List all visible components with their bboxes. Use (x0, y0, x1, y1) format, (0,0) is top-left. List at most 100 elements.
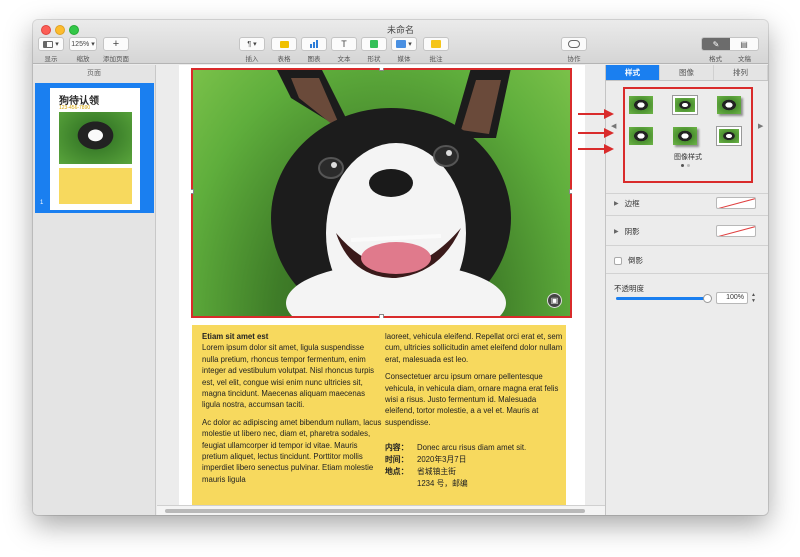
thumbnail-page: 狗待认领 123-456-7890 (50, 88, 140, 210)
info-key: 时间： (385, 455, 409, 465)
view-control: ▾ 显示 (38, 37, 64, 63)
tab-arrange[interactable]: 排列 (714, 65, 768, 80)
shape-button[interactable] (361, 37, 387, 51)
opacity-stepper[interactable]: ▲ ▼ (750, 292, 757, 304)
image-style-swatch[interactable] (672, 95, 698, 115)
chart-label: 图表 (307, 56, 321, 63)
add-page-button[interactable]: + (103, 37, 129, 51)
disclosure-triangle-icon: ▶ (614, 201, 619, 207)
paragraph: Lorem ipsum dolor sit amet, ligula suspe… (202, 343, 375, 410)
image-style-swatch[interactable] (673, 127, 697, 145)
info-key: 内容： (385, 443, 409, 453)
resize-handle-bottom[interactable] (379, 314, 384, 318)
thumbnail-textbox (59, 168, 132, 204)
opacity-slider-fill (616, 294, 712, 303)
image-style-swatch[interactable] (629, 96, 653, 114)
info-key-spacer (385, 478, 417, 490)
image-styles-panel: 图像样式 (623, 87, 753, 183)
reflection-label: 倒影 (628, 256, 643, 265)
opacity-row: 不透明度 (614, 283, 644, 294)
comment-icon (431, 40, 441, 48)
image-style-swatch[interactable] (717, 96, 741, 114)
text-box[interactable]: Etiam sit amet est Lorem ipsum dolor sit… (192, 325, 566, 505)
table-button[interactable] (271, 37, 297, 51)
collaborate-icon (568, 40, 580, 48)
border-row[interactable]: ▶ 边框 (614, 198, 640, 209)
document-page: ▣ Etiam sit amet est Lorem ipsum dolor s… (179, 65, 585, 505)
comment-label: 批注 (429, 56, 443, 63)
reflection-checkbox[interactable] (614, 256, 622, 265)
document-label: 文稿 (738, 56, 751, 63)
shadow-label: 阴影 (624, 227, 640, 236)
image-selection-frame (191, 68, 572, 318)
tab-image[interactable]: 图像 (660, 65, 714, 80)
collab-control: 协作 (561, 37, 587, 63)
paintbrush-icon: ✎ (712, 39, 720, 49)
annotation-arrow (578, 109, 614, 119)
paragraph: Consectetuer arcu ipsum ornare pellentes… (385, 372, 559, 427)
add-page-label: 添加页面 (103, 56, 129, 63)
plus-icon: + (112, 38, 120, 50)
document-icon: ▤ (740, 39, 748, 49)
text-label: 文本 (337, 56, 351, 63)
chevron-right-icon[interactable]: ▶ (758, 122, 763, 130)
chevron-down-icon: ▾ (55, 41, 59, 48)
shadow-row[interactable]: ▶ 阴影 (614, 226, 640, 237)
dog-photo[interactable]: ▣ (191, 68, 572, 318)
inspector-tabs: 样式 图像 排列 (606, 65, 768, 81)
shape-icon (370, 40, 378, 48)
text-button[interactable]: T (331, 37, 357, 51)
page-dot[interactable] (681, 164, 684, 167)
collab-label: 协作 (567, 56, 581, 63)
format-button[interactable]: ✎ (702, 38, 730, 50)
media-button[interactable]: ▾ (391, 37, 417, 51)
horizontal-scrollbar[interactable] (157, 505, 605, 515)
opacity-slider-knob[interactable] (703, 294, 712, 303)
text-t-icon: T (341, 39, 347, 49)
format-label: 格式 (709, 56, 722, 63)
style-page-dots[interactable] (681, 164, 690, 167)
image-style-swatch[interactable] (716, 126, 742, 146)
divider (606, 193, 768, 194)
paragraph-icon: ¶ (247, 40, 252, 48)
annotation-arrow (578, 144, 614, 154)
shadow-preview-well[interactable] (716, 225, 756, 237)
collaborate-button[interactable] (561, 37, 587, 51)
image-style-swatch[interactable] (629, 127, 653, 145)
zoom-select[interactable]: 125% ▾ (69, 37, 97, 51)
info-value: Donec arcu risus diam amet sit. (417, 443, 527, 453)
page-number: 1 (40, 200, 44, 206)
opacity-slider[interactable] (616, 294, 712, 303)
info-row-time: 时间： 2020年3月7日 (385, 454, 565, 466)
resize-handle-left[interactable] (191, 189, 194, 194)
page-dot[interactable] (687, 164, 690, 167)
resize-handle-top[interactable] (379, 68, 384, 71)
chevron-down-icon: ▾ (91, 41, 95, 48)
chart-button[interactable] (301, 37, 327, 51)
border-label: 边框 (624, 199, 640, 208)
comment-control: 批注 (423, 37, 449, 63)
document-button[interactable]: ▤ (730, 38, 758, 50)
opacity-field[interactable]: 100% (716, 292, 748, 304)
zoom-label: 缩放 (76, 56, 90, 63)
sidebar-layout-icon (43, 40, 54, 48)
view-button[interactable]: ▾ (38, 37, 64, 51)
text-column-left: Etiam sit amet est Lorem ipsum dolor sit… (202, 331, 382, 491)
paragraph: Ac dolor ac adipiscing amet bibendum nul… (202, 417, 382, 484)
insert-control: ¶ ▾ 插入 (239, 37, 265, 63)
replace-media-icon[interactable]: ▣ (547, 293, 562, 308)
resize-handle-right[interactable] (569, 189, 572, 194)
tab-style[interactable]: 样式 (606, 65, 660, 80)
info-value: 1234 号，邮编 (417, 479, 468, 489)
disclosure-triangle-icon: ▶ (614, 229, 619, 235)
sidebar-title: 页面 (87, 70, 101, 77)
border-preview-well[interactable] (716, 197, 756, 209)
media-icon (396, 40, 407, 48)
insert-button[interactable]: ¶ ▾ (239, 37, 265, 51)
thumbnail-phone: 123-456-7890 (59, 105, 91, 111)
comment-button[interactable] (423, 37, 449, 51)
page-thumbnail[interactable]: 狗待认领 123-456-7890 1 (35, 83, 154, 213)
divider (606, 273, 768, 274)
scrollbar-thumb[interactable] (165, 509, 585, 513)
info-row-place: 地点： 省城镇主街 (385, 466, 565, 478)
